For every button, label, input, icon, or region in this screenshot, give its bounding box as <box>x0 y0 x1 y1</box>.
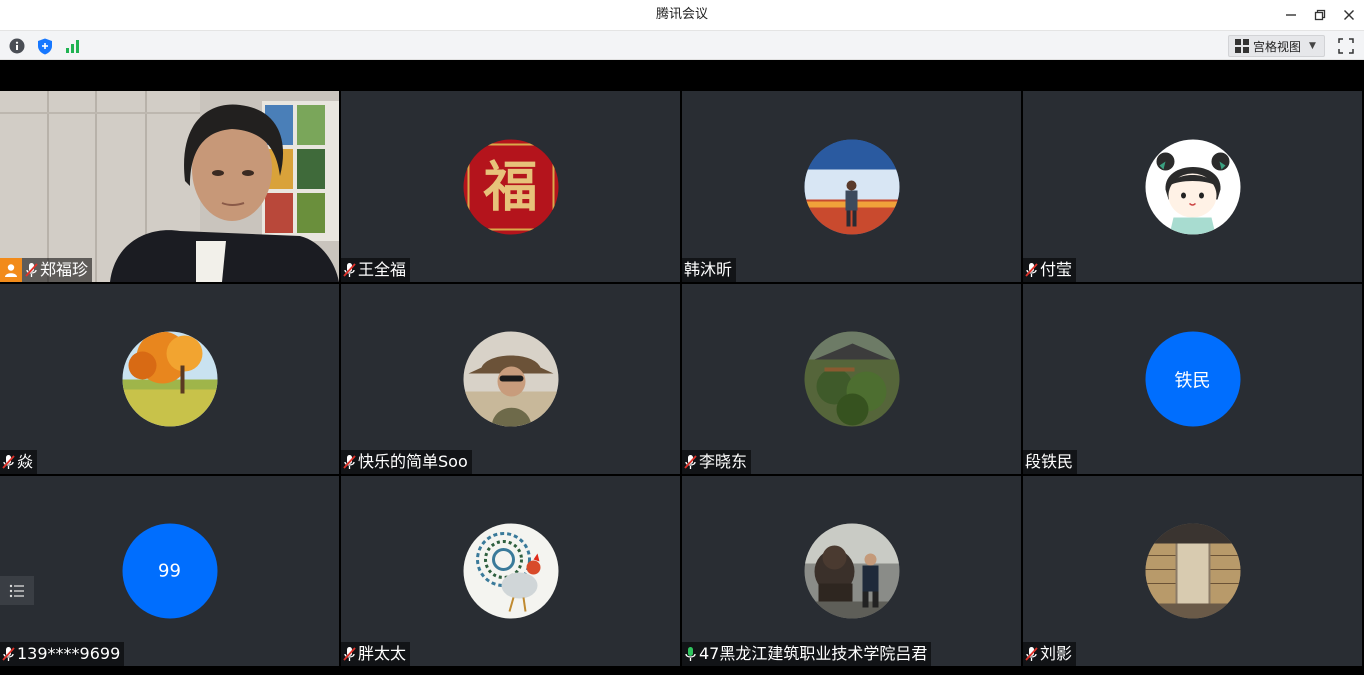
info-icon[interactable] <box>8 37 26 55</box>
view-mode-label: 宫格视图 <box>1253 39 1302 54</box>
participant-tile[interactable]: 99 139****9699 <box>0 476 339 666</box>
view-mode-dropdown[interactable]: 宫格视图 ▼ <box>1228 35 1325 57</box>
participant-avatar <box>804 139 899 234</box>
participant-tile[interactable]: 快乐的简单Soo <box>341 284 680 474</box>
mic-muted-icon <box>2 646 15 662</box>
shield-icon[interactable] <box>36 37 54 55</box>
minimize-button[interactable] <box>1279 4 1303 26</box>
fullscreen-icon <box>1338 38 1354 54</box>
participant-nametag: 胖太太 <box>341 642 411 666</box>
participant-avatar <box>122 331 217 427</box>
mic-active-icon <box>684 646 697 662</box>
participant-nametag: 段铁民 <box>1023 450 1078 474</box>
participant-name: 快乐的简单Soo <box>358 452 468 471</box>
participant-grid: 郑福珍 福 王全福 韩沐昕 付莹 焱 快乐的简单Soo 李晓东 铁民 段铁民 9… <box>0 91 1364 667</box>
mic-muted-icon <box>343 262 356 278</box>
restore-icon <box>1314 9 1326 21</box>
grid-view-icon <box>1235 39 1249 53</box>
participant-avatar <box>1145 139 1240 234</box>
participant-avatar <box>463 523 558 619</box>
title-bar: 腾讯会议 <box>0 0 1364 30</box>
participant-tile[interactable]: 付莹 <box>1023 91 1362 282</box>
participant-nametag: 139****9699 <box>0 642 125 666</box>
signal-bars-icon[interactable] <box>64 37 82 55</box>
participant-tile[interactable]: 刘影 <box>1023 476 1362 666</box>
participant-nametag: 快乐的简单Soo <box>341 450 472 474</box>
window-title: 腾讯会议 <box>655 7 708 22</box>
participant-name: 王全福 <box>358 260 407 279</box>
participant-name: 李晓东 <box>699 452 748 471</box>
close-icon <box>1344 10 1354 20</box>
participant-nametag: 郑福珍 <box>0 258 93 282</box>
chevron-down-icon: ▼ <box>1309 41 1316 51</box>
mic-muted-icon <box>1025 646 1038 662</box>
participant-avatar <box>1145 523 1240 619</box>
svg-text:福: 福 <box>482 154 537 218</box>
close-button[interactable] <box>1337 4 1361 26</box>
mic-muted-icon <box>343 454 356 470</box>
participant-avatar: 福 <box>463 139 558 234</box>
participant-avatar: 99 <box>122 523 217 619</box>
participant-name: 付莹 <box>1040 260 1073 279</box>
participant-nametag: 焱 <box>0 450 38 474</box>
participant-nametag: 李晓东 <box>682 450 752 474</box>
participant-tile[interactable]: 焱 <box>0 284 339 474</box>
participant-name: 段铁民 <box>1025 452 1074 471</box>
mic-muted-icon <box>684 454 697 470</box>
member-list-button[interactable] <box>0 576 34 605</box>
host-icon <box>0 258 22 282</box>
participant-name: 胖太太 <box>358 644 407 663</box>
minimize-icon <box>1286 14 1296 16</box>
fullscreen-button[interactable] <box>1337 37 1355 55</box>
participant-tile[interactable]: 李晓东 <box>682 284 1021 474</box>
participant-avatar <box>463 331 558 427</box>
mic-muted-icon <box>25 262 38 278</box>
participant-nametag: 47黑龙江建筑职业技术学院吕君 <box>682 642 932 666</box>
participant-name: 139****9699 <box>17 644 121 663</box>
participant-nametag: 刘影 <box>1023 642 1077 666</box>
participant-nametag: 付莹 <box>1023 258 1077 282</box>
participant-nametag: 王全福 <box>341 258 411 282</box>
participant-avatar <box>804 523 899 619</box>
participant-nametag: 韩沐昕 <box>682 258 737 282</box>
participant-name: 47黑龙江建筑职业技术学院吕君 <box>699 644 928 663</box>
mic-muted-icon <box>343 646 356 662</box>
list-icon <box>9 584 24 597</box>
participant-tile[interactable]: 郑福珍 <box>0 91 339 282</box>
participant-name: 韩沐昕 <box>684 260 733 279</box>
participant-avatar <box>804 331 899 427</box>
participant-tile[interactable]: 福 王全福 <box>341 91 680 282</box>
mic-muted-icon <box>1025 262 1038 278</box>
meeting-toolbar: 宫格视图 ▼ <box>0 30 1364 60</box>
participant-avatar: 铁民 <box>1145 331 1240 427</box>
participant-tile[interactable]: 韩沐昕 <box>682 91 1021 282</box>
participant-tile[interactable]: 铁民 段铁民 <box>1023 284 1362 474</box>
mic-muted-icon <box>2 454 15 470</box>
participant-tile[interactable]: 胖太太 <box>341 476 680 666</box>
participant-tile[interactable]: 47黑龙江建筑职业技术学院吕君 <box>682 476 1021 666</box>
participant-video <box>0 91 339 282</box>
participant-name: 刘影 <box>1040 644 1073 663</box>
participant-name: 郑福珍 <box>40 260 89 279</box>
restore-button[interactable] <box>1308 4 1332 26</box>
participant-name: 焱 <box>17 452 34 471</box>
